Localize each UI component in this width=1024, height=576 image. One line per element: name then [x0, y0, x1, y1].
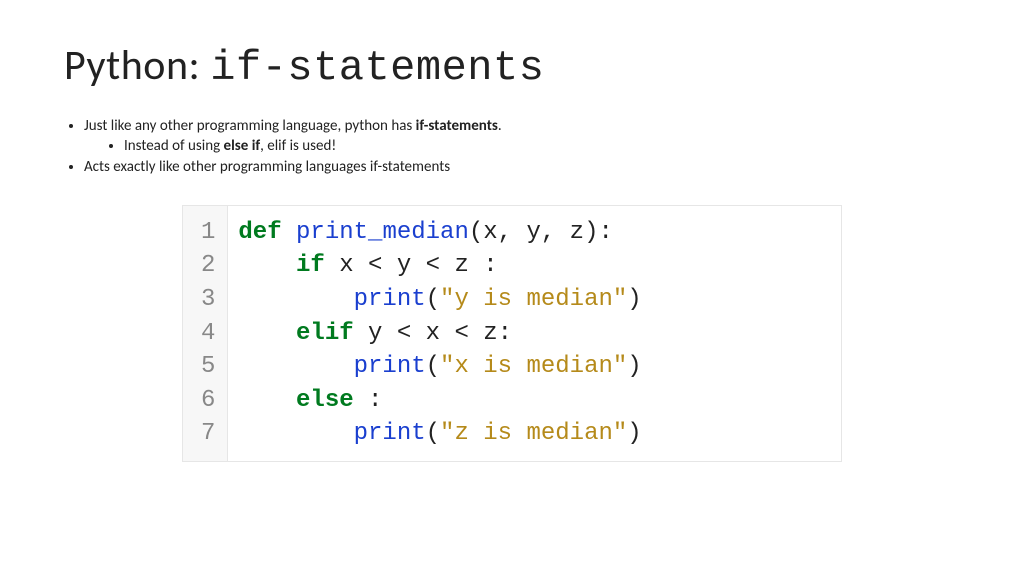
- title-mono: if-statements: [210, 44, 544, 92]
- line-number: 4: [201, 317, 215, 351]
- condition-2: y < x < z:: [354, 320, 512, 347]
- bullet-1a-post: , elif is used!: [260, 137, 336, 155]
- paren-open: (: [426, 286, 440, 313]
- bullet-1-pre: Just like any other programming language…: [84, 117, 416, 135]
- bullet-1a-bold: else if: [224, 137, 261, 155]
- keyword-elif: elif: [296, 320, 354, 347]
- keyword-if: if: [296, 252, 325, 279]
- paren-open: (: [426, 420, 440, 447]
- function-name: print_median: [296, 219, 469, 246]
- line-number: 6: [201, 384, 215, 418]
- builtin-print: print: [354, 353, 426, 380]
- line-number: 2: [201, 249, 215, 283]
- params: (x, y, z):: [469, 219, 613, 246]
- else-colon: :: [354, 387, 383, 414]
- code-source: def print_median(x, y, z): if x < y < z …: [228, 206, 657, 461]
- bullet-1-post: .: [498, 117, 502, 135]
- bullet-2: Acts exactly like other programming lang…: [84, 157, 960, 177]
- builtin-print: print: [354, 286, 426, 313]
- bullet-1a-pre: Instead of using: [124, 137, 224, 155]
- paren-close: ): [627, 420, 641, 447]
- bullet-1a: Instead of using else if, elif is used!: [124, 136, 960, 156]
- line-number: 7: [201, 417, 215, 451]
- line-number: 3: [201, 283, 215, 317]
- keyword-def: def: [238, 219, 281, 246]
- bullet-list: Just like any other programming language…: [84, 116, 960, 177]
- paren-open: (: [426, 353, 440, 380]
- title-prefix: Python:: [64, 40, 210, 91]
- bullet-1-bold: if-statements: [416, 117, 498, 135]
- code-block: 1 2 3 4 5 6 7 def print_median(x, y, z):…: [182, 205, 842, 462]
- slide-title: Python: if-statements: [64, 40, 960, 92]
- builtin-print: print: [354, 420, 426, 447]
- keyword-else: else: [296, 387, 354, 414]
- string-y: "y is median": [440, 286, 627, 313]
- line-number: 1: [201, 216, 215, 250]
- bullet-1: Just like any other programming language…: [84, 116, 960, 157]
- line-number: 5: [201, 350, 215, 384]
- string-x: "x is median": [440, 353, 627, 380]
- paren-close: ): [627, 353, 641, 380]
- condition-1: x < y < z :: [325, 252, 498, 279]
- line-number-gutter: 1 2 3 4 5 6 7: [183, 206, 228, 461]
- string-z: "z is median": [440, 420, 627, 447]
- slide: Python: if-statements Just like any othe…: [0, 0, 1024, 462]
- paren-close: ): [627, 286, 641, 313]
